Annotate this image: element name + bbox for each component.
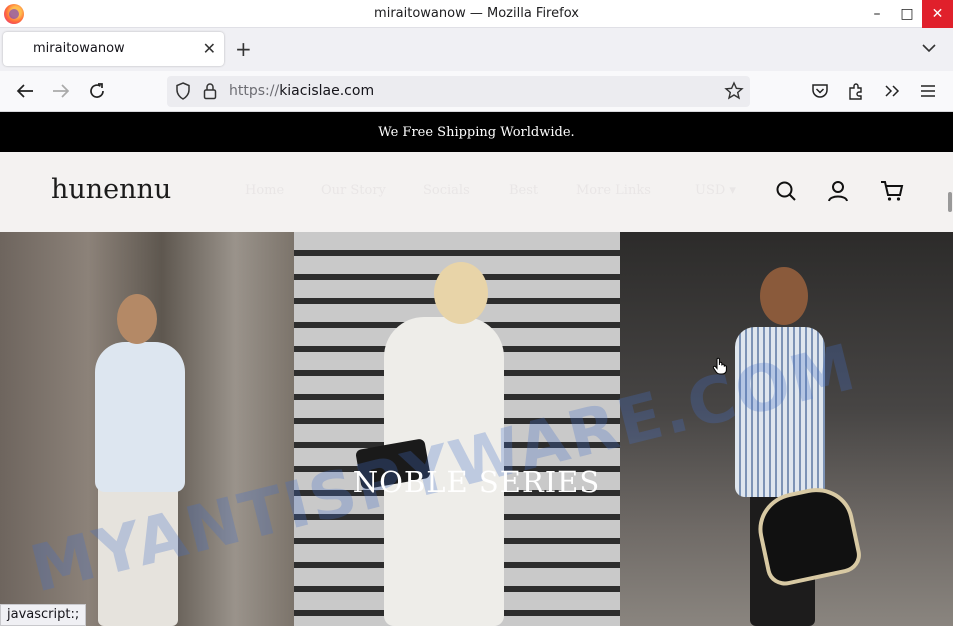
maximize-button[interactable]: □ [892,0,922,28]
menu-icon[interactable] [916,79,940,103]
web-page: We Free Shipping Worldwide. hunennu Home… [0,112,953,626]
window-titlebar: miraitowanow — Mozilla Firefox – □ ✕ [0,0,953,28]
forward-icon[interactable] [49,79,73,103]
back-icon[interactable] [13,79,37,103]
tab-miraitowanow[interactable]: miraitowanow ✕ [3,32,224,66]
account-icon[interactable] [827,180,851,204]
url-text[interactable]: https://kiacislae.com [229,83,374,99]
page-scrollbar[interactable] [948,192,952,212]
overflow-icon[interactable] [880,79,904,103]
extensions-icon[interactable] [844,79,868,103]
url-domain: kiacislae.com [279,83,375,99]
nav-best[interactable]: Best [509,183,538,198]
pocket-icon[interactable] [808,79,832,103]
close-window-button[interactable]: ✕ [922,0,953,28]
announcement-bar: We Free Shipping Worldwide. [0,112,953,152]
shield-icon[interactable] [175,82,191,104]
url-bar[interactable]: https://kiacislae.com [167,76,750,107]
nav-our-story[interactable]: Our Story [321,183,386,198]
hand-cursor-icon [712,357,728,379]
currency-selector[interactable]: USD ▾ [695,183,736,198]
hero-banner[interactable]: MYANTISPYWARE.COM NOBLE SERIES [0,232,953,626]
site-logo[interactable]: hunennu [51,174,171,205]
tab-close-icon[interactable]: ✕ [203,39,216,58]
minimize-button[interactable]: – [862,0,892,28]
lock-icon[interactable] [203,82,217,104]
tab-list-chevron-icon[interactable] [922,38,936,57]
search-icon[interactable] [775,180,799,204]
new-tab-button[interactable]: + [235,37,252,61]
hero-title: NOBLE SERIES [352,465,601,499]
status-bar: javascript:; [0,604,87,626]
cart-icon[interactable] [880,180,904,204]
tab-label: miraitowanow [33,41,125,56]
site-header: hunennu Home Our Story Socials Best More… [0,152,953,232]
navigation-toolbar: https://kiacislae.com [0,71,953,112]
window-title: miraitowanow — Mozilla Firefox [374,6,579,21]
tab-bar: miraitowanow ✕ + [0,28,953,71]
nav-socials[interactable]: Socials [423,183,470,198]
url-protocol: https:// [229,83,280,99]
reload-icon[interactable] [85,79,109,103]
nav-more-links[interactable]: More Links [576,183,651,198]
star-icon[interactable] [724,81,744,105]
nav-home[interactable]: Home [245,183,284,198]
